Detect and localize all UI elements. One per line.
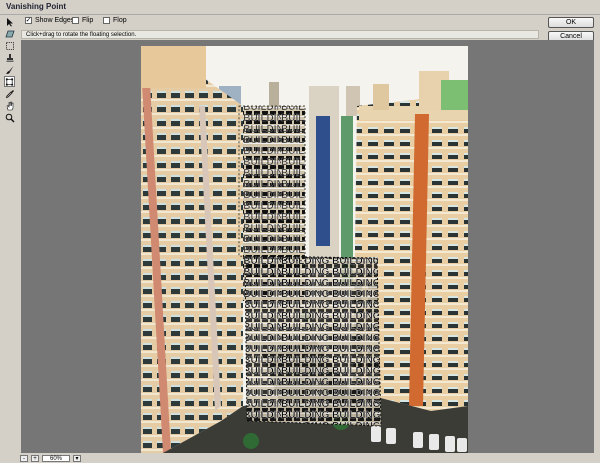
options-bar: ✓ Show Edges Flip Flop (0, 14, 600, 30)
arrow-icon[interactable] (4, 16, 15, 27)
checkbox-checked-icon: ✓ (25, 16, 32, 24)
checkbox-icon (103, 17, 110, 24)
photo-preview[interactable]: BUILDING BUILDING BUILDIN (141, 46, 468, 453)
checkbox-icon (72, 17, 79, 24)
toolbox (0, 16, 18, 456)
zoom-out-button[interactable]: - (20, 454, 28, 462)
status-bar: - + 60% ▾ (20, 453, 600, 463)
brush-icon[interactable] (4, 64, 15, 75)
hint-text: Click+drag to rotate the floating select… (21, 30, 539, 39)
flop-label: Flop (113, 17, 127, 24)
marquee-icon[interactable] (4, 40, 15, 51)
chevron-down-icon[interactable]: ▾ (73, 454, 81, 462)
title-bar: Vanishing Point (0, 0, 600, 15)
flop-checkbox[interactable]: Flop (103, 17, 127, 24)
flip-checkbox[interactable]: Flip (72, 17, 93, 24)
create-plane-icon[interactable] (4, 28, 15, 39)
ok-button[interactable]: OK (548, 17, 594, 28)
window-title: Vanishing Point (6, 2, 67, 11)
show-edges-label: Show Edges (35, 17, 75, 24)
stamp-icon[interactable] (4, 52, 15, 63)
zoom-icon[interactable] (4, 112, 15, 123)
hand-icon[interactable] (4, 100, 15, 111)
eyedropper-icon[interactable] (4, 88, 15, 99)
show-edges-checkbox[interactable]: ✓ Show Edges (25, 17, 74, 24)
zoom-value[interactable]: 60% (42, 454, 70, 462)
zoom-in-button[interactable]: + (31, 454, 39, 462)
flip-label: Flip (82, 17, 94, 24)
transform-icon[interactable] (4, 76, 15, 87)
building-photo: BUILDING BUILDING BUILDIN (141, 46, 468, 453)
